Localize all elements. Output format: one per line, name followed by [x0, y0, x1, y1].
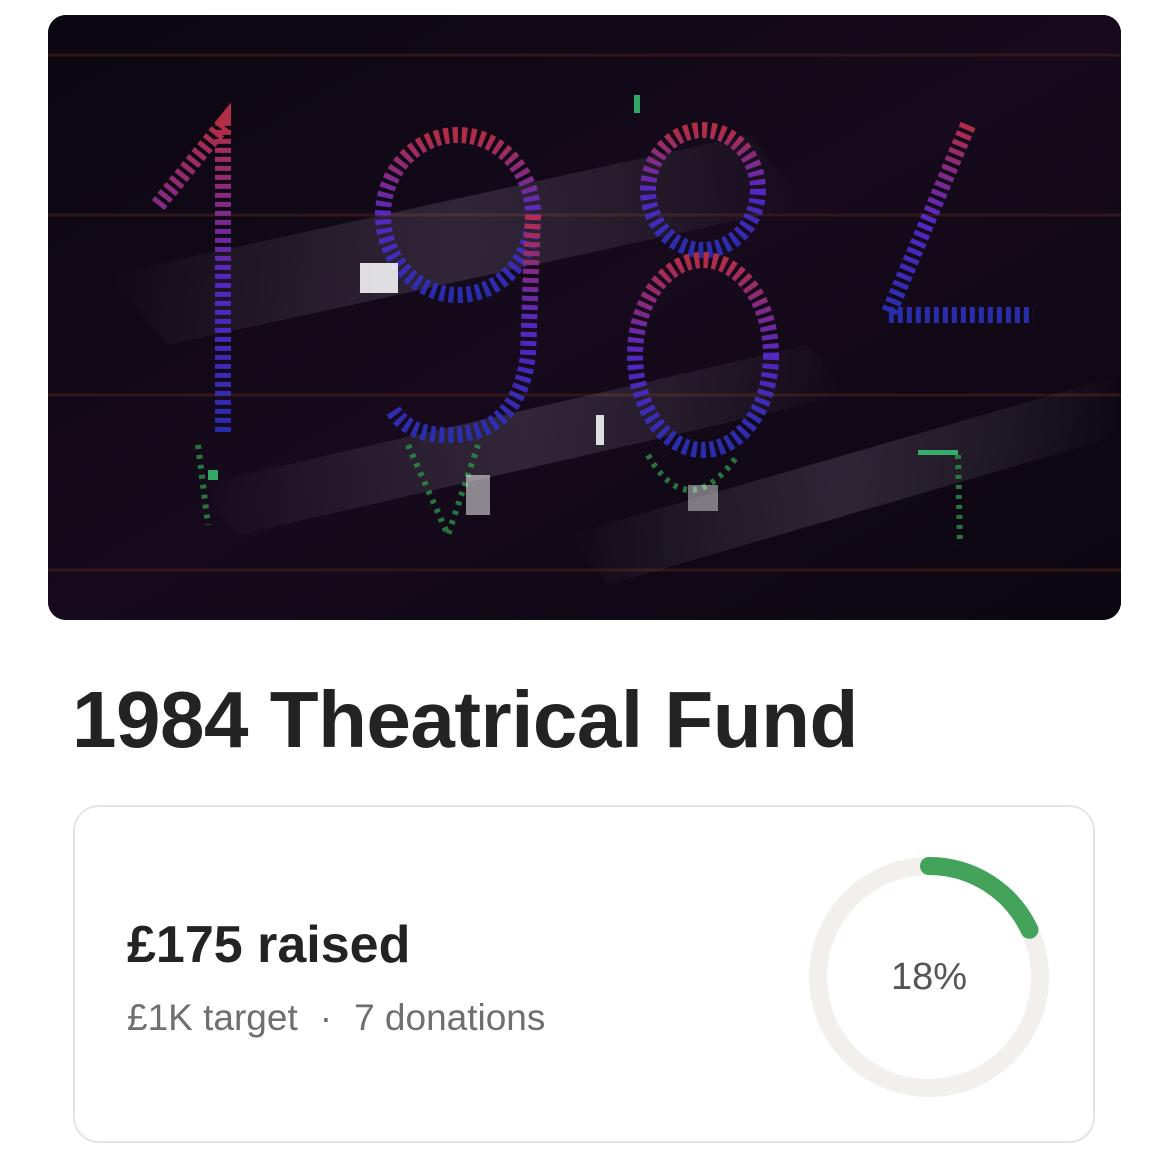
donation-count: 7 donations: [354, 997, 546, 1038]
amount-raised: £175 raised: [127, 916, 411, 974]
hero-image: [48, 15, 1121, 620]
fundraiser-title: 1984 Theatrical Fund: [72, 675, 858, 764]
separator-dot: ·: [319, 997, 333, 1038]
progress-ring: 18%: [805, 853, 1053, 1101]
target-amount: £1K target: [127, 997, 298, 1038]
hero-image-graphic: [48, 15, 1121, 620]
fundraiser-stats: £1K target · 7 donations: [127, 997, 545, 1039]
progress-percent: 18%: [890, 955, 968, 998]
progress-card[interactable]: £175 raised £1K target · 7 donations 18%: [73, 805, 1095, 1143]
